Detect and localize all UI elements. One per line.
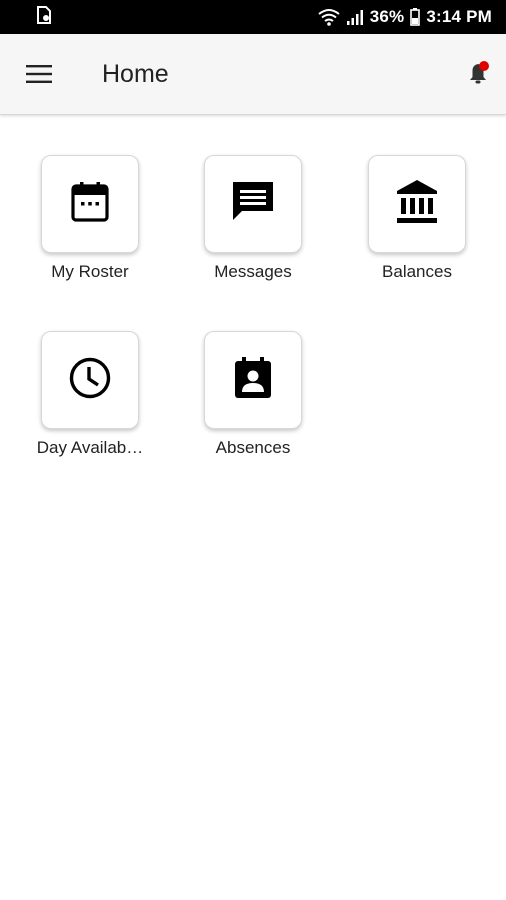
signal-icon (346, 9, 364, 25)
notifications-button[interactable] (464, 58, 496, 90)
menu-button[interactable] (26, 60, 66, 88)
tile-box (204, 155, 302, 253)
tile-label: Balances (382, 262, 452, 281)
bell-icon (464, 61, 494, 92)
clock-icon (68, 356, 112, 405)
tile-my-roster[interactable]: My Roster (8, 155, 172, 282)
wifi-icon (318, 8, 340, 26)
tile-box (204, 331, 302, 429)
tile-box (41, 155, 139, 253)
app-bar: Home (0, 34, 506, 115)
tile-label: Messages (214, 262, 292, 281)
bank-icon (395, 179, 439, 230)
contact-calendar-icon (233, 356, 273, 405)
tile-label: Absences (215, 438, 291, 457)
calendar-icon (70, 181, 110, 228)
battery-percent: 36% (369, 7, 405, 26)
status-right: 36% 3:14 PM (318, 7, 492, 27)
status-left (36, 5, 52, 29)
tile-balances[interactable]: Balances (335, 155, 499, 282)
tile-box (41, 331, 139, 429)
notification-dot (479, 61, 489, 71)
status-bar: 36% 3:14 PM (0, 0, 506, 34)
hamburger-menu-icon (26, 65, 52, 88)
tile-label: My Roster (51, 262, 129, 281)
tile-day-availability[interactable]: Day Availab… (8, 331, 172, 458)
tile-label: Day Availab… (36, 438, 144, 457)
page-title: Home (102, 60, 169, 88)
message-icon (231, 180, 275, 229)
tile-absences[interactable]: Absences (171, 331, 335, 458)
tile-box (368, 155, 466, 253)
battery-icon (410, 8, 421, 26)
clock-time: 3:14 PM (426, 7, 492, 26)
sim-card-icon (36, 5, 52, 29)
tile-messages[interactable]: Messages (171, 155, 335, 282)
